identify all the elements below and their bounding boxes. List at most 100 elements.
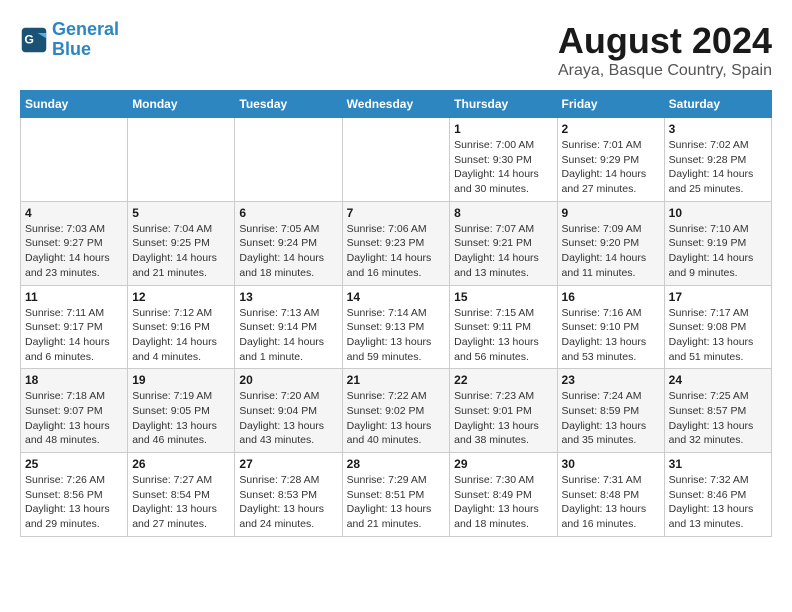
day-number: 16: [562, 290, 660, 304]
calendar-cell: 23 Sunrise: 7:24 AM Sunset: 8:59 PM Dayli…: [557, 369, 664, 453]
day-number: 12: [132, 290, 230, 304]
calendar-cell: 2 Sunrise: 7:01 AM Sunset: 9:29 PM Daylig…: [557, 118, 664, 202]
day-info: Sunrise: 7:18 AM Sunset: 9:07 PM Dayligh…: [25, 389, 123, 448]
day-info: Sunrise: 7:09 AM Sunset: 9:20 PM Dayligh…: [562, 222, 660, 281]
calendar-cell: 27 Sunrise: 7:28 AM Sunset: 8:53 PM Dayli…: [235, 453, 342, 537]
title-section: August 2024 Araya, Basque Country, Spain: [558, 20, 772, 80]
weekday-header-wednesday: Wednesday: [342, 91, 450, 118]
logo-icon: G: [20, 26, 48, 54]
calendar-cell: 4 Sunrise: 7:03 AM Sunset: 9:27 PM Daylig…: [21, 201, 128, 285]
day-number: 27: [239, 457, 337, 471]
day-number: 1: [454, 122, 552, 136]
calendar-cell: 10 Sunrise: 7:10 AM Sunset: 9:19 PM Dayli…: [664, 201, 771, 285]
calendar-cell: 1 Sunrise: 7:00 AM Sunset: 9:30 PM Daylig…: [450, 118, 557, 202]
day-info: Sunrise: 7:07 AM Sunset: 9:21 PM Dayligh…: [454, 222, 552, 281]
day-info: Sunrise: 7:24 AM Sunset: 8:59 PM Dayligh…: [562, 389, 660, 448]
day-info: Sunrise: 7:19 AM Sunset: 9:05 PM Dayligh…: [132, 389, 230, 448]
calendar-cell: 22 Sunrise: 7:23 AM Sunset: 9:01 PM Dayli…: [450, 369, 557, 453]
day-number: 10: [669, 206, 767, 220]
day-info: Sunrise: 7:27 AM Sunset: 8:54 PM Dayligh…: [132, 473, 230, 532]
calendar-week-row: 11Sunrise: 7:11 AM Sunset: 9:17 PM Dayli…: [21, 285, 772, 369]
day-number: 13: [239, 290, 337, 304]
day-info: Sunrise: 7:23 AM Sunset: 9:01 PM Dayligh…: [454, 389, 552, 448]
calendar-cell: 16 Sunrise: 7:16 AM Sunset: 9:10 PM Dayli…: [557, 285, 664, 369]
calendar-cell: [21, 118, 128, 202]
calendar-cell: 29Sunrise: 7:30 AM Sunset: 8:49 PM Dayli…: [450, 453, 557, 537]
weekday-header-tuesday: Tuesday: [235, 91, 342, 118]
day-info: Sunrise: 7:20 AM Sunset: 9:04 PM Dayligh…: [239, 389, 337, 448]
day-number: 11: [25, 290, 123, 304]
calendar-cell: 17 Sunrise: 7:17 AM Sunset: 9:08 PM Dayli…: [664, 285, 771, 369]
day-info: Sunrise: 7:15 AM Sunset: 9:11 PM Dayligh…: [454, 306, 552, 365]
day-number: 15: [454, 290, 552, 304]
day-number: 14: [347, 290, 446, 304]
calendar-cell: 18 Sunrise: 7:18 AM Sunset: 9:07 PM Dayli…: [21, 369, 128, 453]
day-info: Sunrise: 7:26 AM Sunset: 8:56 PM Dayligh…: [25, 473, 123, 532]
calendar-cell: 15 Sunrise: 7:15 AM Sunset: 9:11 PM Dayli…: [450, 285, 557, 369]
calendar-cell: 31Sunrise: 7:32 AM Sunset: 8:46 PM Dayli…: [664, 453, 771, 537]
day-number: 20: [239, 373, 337, 387]
calendar-cell: 14Sunrise: 7:14 AM Sunset: 9:13 PM Dayli…: [342, 285, 450, 369]
day-info: Sunrise: 7:05 AM Sunset: 9:24 PM Dayligh…: [239, 222, 337, 281]
weekday-header-sunday: Sunday: [21, 91, 128, 118]
location-title: Araya, Basque Country, Spain: [558, 62, 772, 80]
calendar-cell: 11Sunrise: 7:11 AM Sunset: 9:17 PM Dayli…: [21, 285, 128, 369]
day-info: Sunrise: 7:25 AM Sunset: 8:57 PM Dayligh…: [669, 389, 767, 448]
calendar-cell: 28Sunrise: 7:29 AM Sunset: 8:51 PM Dayli…: [342, 453, 450, 537]
calendar-cell: 25 Sunrise: 7:26 AM Sunset: 8:56 PM Dayli…: [21, 453, 128, 537]
calendar-cell: 8 Sunrise: 7:07 AM Sunset: 9:21 PM Daylig…: [450, 201, 557, 285]
calendar-cell: 26 Sunrise: 7:27 AM Sunset: 8:54 PM Dayli…: [128, 453, 235, 537]
day-info: Sunrise: 7:32 AM Sunset: 8:46 PM Dayligh…: [669, 473, 767, 532]
calendar-week-row: 1 Sunrise: 7:00 AM Sunset: 9:30 PM Daylig…: [21, 118, 772, 202]
day-number: 4: [25, 206, 123, 220]
day-info: Sunrise: 7:31 AM Sunset: 8:48 PM Dayligh…: [562, 473, 660, 532]
logo-line1: General Blue: [52, 20, 119, 60]
day-number: 17: [669, 290, 767, 304]
day-info: Sunrise: 7:28 AM Sunset: 8:53 PM Dayligh…: [239, 473, 337, 532]
calendar-cell: 12 Sunrise: 7:12 AM Sunset: 9:16 PM Dayli…: [128, 285, 235, 369]
day-number: 26: [132, 457, 230, 471]
calendar-cell: 9Sunrise: 7:09 AM Sunset: 9:20 PM Daylig…: [557, 201, 664, 285]
day-number: 30: [562, 457, 660, 471]
day-info: Sunrise: 7:12 AM Sunset: 9:16 PM Dayligh…: [132, 306, 230, 365]
day-info: Sunrise: 7:10 AM Sunset: 9:19 PM Dayligh…: [669, 222, 767, 281]
day-number: 8: [454, 206, 552, 220]
day-info: Sunrise: 7:00 AM Sunset: 9:30 PM Dayligh…: [454, 138, 552, 197]
calendar-cell: [128, 118, 235, 202]
day-number: 18: [25, 373, 123, 387]
weekday-header-saturday: Saturday: [664, 91, 771, 118]
day-number: 3: [669, 122, 767, 136]
day-info: Sunrise: 7:04 AM Sunset: 9:25 PM Dayligh…: [132, 222, 230, 281]
day-info: Sunrise: 7:03 AM Sunset: 9:27 PM Dayligh…: [25, 222, 123, 281]
day-number: 24: [669, 373, 767, 387]
day-number: 2: [562, 122, 660, 136]
day-number: 29: [454, 457, 552, 471]
day-number: 28: [347, 457, 446, 471]
day-number: 22: [454, 373, 552, 387]
day-number: 25: [25, 457, 123, 471]
day-info: Sunrise: 7:16 AM Sunset: 9:10 PM Dayligh…: [562, 306, 660, 365]
calendar-cell: 21 Sunrise: 7:22 AM Sunset: 9:02 PM Dayli…: [342, 369, 450, 453]
day-info: Sunrise: 7:13 AM Sunset: 9:14 PM Dayligh…: [239, 306, 337, 365]
day-info: Sunrise: 7:02 AM Sunset: 9:28 PM Dayligh…: [669, 138, 767, 197]
weekday-header-row: SundayMondayTuesdayWednesdayThursdayFrid…: [21, 91, 772, 118]
weekday-header-thursday: Thursday: [450, 91, 557, 118]
calendar-cell: 30 Sunrise: 7:31 AM Sunset: 8:48 PM Dayli…: [557, 453, 664, 537]
weekday-header-friday: Friday: [557, 91, 664, 118]
calendar-cell: 7 Sunrise: 7:06 AM Sunset: 9:23 PM Daylig…: [342, 201, 450, 285]
day-number: 7: [347, 206, 446, 220]
calendar-cell: 5 Sunrise: 7:04 AM Sunset: 9:25 PM Daylig…: [128, 201, 235, 285]
day-number: 5: [132, 206, 230, 220]
calendar-cell: [342, 118, 450, 202]
calendar-cell: 20 Sunrise: 7:20 AM Sunset: 9:04 PM Dayli…: [235, 369, 342, 453]
day-number: 23: [562, 373, 660, 387]
day-info: Sunrise: 7:01 AM Sunset: 9:29 PM Dayligh…: [562, 138, 660, 197]
day-number: 6: [239, 206, 337, 220]
month-title: August 2024: [558, 20, 772, 62]
day-number: 21: [347, 373, 446, 387]
day-info: Sunrise: 7:17 AM Sunset: 9:08 PM Dayligh…: [669, 306, 767, 365]
svg-text:G: G: [24, 32, 34, 46]
weekday-header-monday: Monday: [128, 91, 235, 118]
day-info: Sunrise: 7:06 AM Sunset: 9:23 PM Dayligh…: [347, 222, 446, 281]
day-info: Sunrise: 7:22 AM Sunset: 9:02 PM Dayligh…: [347, 389, 446, 448]
